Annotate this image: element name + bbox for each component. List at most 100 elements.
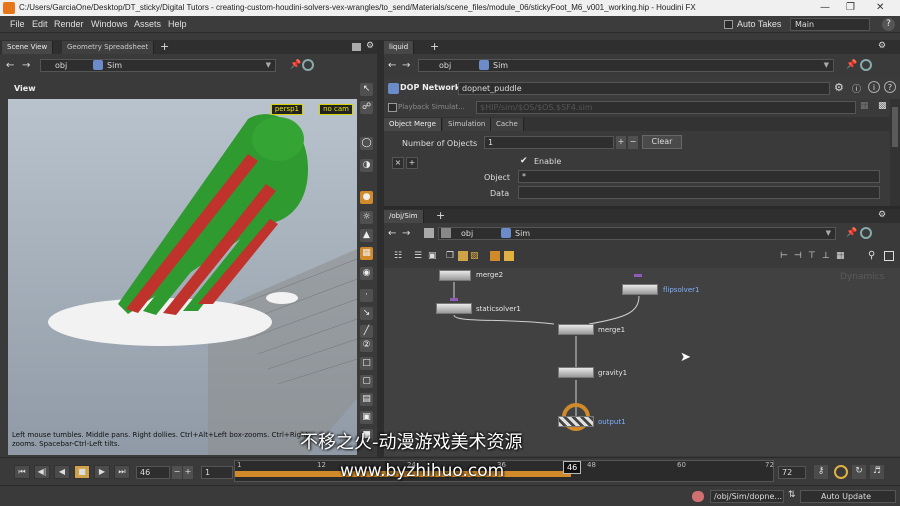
tab-cache[interactable]: Cache [491,118,524,131]
auto-takes-checkbox[interactable] [724,20,733,29]
add-tab-icon[interactable]: + [160,40,169,53]
tab-geometry-spreadsheet[interactable]: Geometry Spreadsheet [62,41,155,54]
menu-assets[interactable]: Assets [134,19,161,29]
number-icon[interactable]: ② [360,339,373,352]
play-icon[interactable]: ▶ [94,465,110,479]
path-sim[interactable]: Sim [515,229,530,238]
step-field[interactable]: 1 [201,466,233,479]
jump-start-icon[interactable]: ⏮ [14,465,30,479]
pin-icon[interactable]: 📌 [846,228,857,238]
frame-decrement-icon[interactable]: − [172,466,182,479]
path-obj[interactable]: obj [461,229,473,238]
collapse-icon[interactable]: ▣ [428,251,437,261]
link-icon[interactable] [302,59,314,71]
jump-end-icon[interactable]: ⏭ [114,465,130,479]
minimize-icon[interactable]: — [820,2,830,13]
realtime-icon[interactable] [834,465,848,479]
template-icon[interactable]: ▤ [360,393,373,406]
path-breadcrumb[interactable]: obj Sim ▼ [40,59,276,72]
copy-icon[interactable]: ❐ [446,251,454,261]
chevron-down-icon[interactable]: ▼ [266,61,271,69]
add-tab-icon[interactable]: + [436,209,445,222]
tab-simulation[interactable]: Simulation [443,118,492,131]
enable-check-icon[interactable]: ✔ [520,156,528,166]
path-obj[interactable]: obj [439,61,451,70]
pane-options-icon[interactable]: ⚙ [366,41,374,51]
tab-object-merge[interactable]: Object Merge [384,118,442,131]
step-back-icon[interactable]: ◀| [34,465,50,479]
select-icon[interactable]: ↖ [360,83,373,96]
pane-menu-icon[interactable] [352,43,361,51]
playback-checkbox[interactable] [388,103,397,112]
measure-icon[interactable]: ╱ [360,325,373,338]
frame-all-icon[interactable] [884,251,894,261]
remove-item-icon[interactable]: × [392,157,404,169]
node-staticsolver1[interactable] [436,303,472,314]
chevron-down-icon[interactable]: ▼ [824,61,829,69]
clear-button[interactable]: Clear [642,135,682,149]
increment-icon[interactable]: + [616,136,626,149]
network-box-icon[interactable] [490,251,500,261]
normal-icon[interactable]: ↘ [360,307,373,320]
start-frame-field[interactable]: 46 [136,466,170,479]
bulb-icon[interactable]: ▲ [360,229,373,242]
frame-increment-icon[interactable]: + [183,466,193,479]
shading-icon[interactable]: ● [360,191,373,204]
back-arrow-icon[interactable]: ← [388,60,396,71]
path-obj[interactable]: obj [55,61,67,70]
grid-snap-icon[interactable]: ▦ [836,251,845,261]
param-scrollbar[interactable] [890,99,900,206]
align-top-icon[interactable]: ⊤ [808,251,816,261]
forward-arrow-icon[interactable]: → [402,228,410,239]
node-merge2[interactable] [439,270,471,281]
stop-icon[interactable]: ■ [74,465,90,479]
link-icon[interactable] [860,227,872,239]
display-icon[interactable]: ◯ [360,137,373,150]
point-icon[interactable]: · [360,289,373,302]
play-reverse-icon[interactable]: ◀ [54,465,70,479]
pane-options-icon[interactable]: ⚙ [878,41,886,51]
camera-icon[interactable]: ◉ [360,267,373,280]
pin-icon[interactable]: 📌 [846,60,857,70]
close-icon[interactable]: ✕ [876,2,884,13]
dot-icon[interactable] [504,251,514,261]
brain-icon[interactable] [692,491,704,502]
guide-icon[interactable]: ▢ [360,375,373,388]
menu-help[interactable]: Help [168,19,187,29]
add-tab-icon[interactable]: + [430,40,439,53]
cache-path-field[interactable]: $HIP/sim/$OS/$OS.$SF4.sim [476,101,856,114]
end-frame-field[interactable]: 72 [778,466,806,479]
audio-icon[interactable]: ♬ [870,465,884,479]
path-sim[interactable]: Sim [107,61,122,70]
save-icon[interactable]: ▩ [878,101,887,111]
pane-options-icon[interactable]: ⚙ [878,210,886,220]
desktop-dropdown[interactable]: Main [790,18,870,31]
gear-icon[interactable]: ⚙ [834,81,844,94]
status-path-field[interactable]: /obj/Sim/dopne... [710,490,784,503]
back-arrow-icon[interactable]: ← [6,60,14,71]
back-arrow-icon[interactable]: ← [388,228,396,239]
ghost-icon[interactable]: ▣ [360,411,373,424]
tab-obj-sim[interactable]: /obj/Sim [384,210,424,223]
update-mode-dropdown[interactable]: Auto Update [800,490,896,503]
node-output1[interactable] [558,416,594,427]
num-objects-field[interactable]: 1 [484,136,614,149]
file-browse-icon[interactable]: ▦ [860,101,869,111]
grid-icon[interactable]: ▦ [360,247,373,260]
pin-icon[interactable]: 📌 [290,60,301,70]
path-sim[interactable]: Sim [493,61,508,70]
key-icon[interactable]: ⚷ [814,465,828,479]
param-path-breadcrumb[interactable]: obj Sim ▼ [418,59,834,72]
sticky-note-icon[interactable] [458,251,468,261]
node-name-field[interactable]: dopnet_puddle [458,82,830,95]
home-icon[interactable] [441,228,451,238]
loop-icon[interactable]: ↻ [852,465,866,479]
folder-icon[interactable]: ▧ [470,251,479,261]
tab-liquid[interactable]: liquid [384,41,415,54]
align-left-icon[interactable]: ⊢ [780,251,788,261]
object-field[interactable]: * [518,170,880,183]
chevron-down-icon[interactable]: ▼ [826,229,831,237]
node-gravity1[interactable] [558,367,594,378]
lock-icon[interactable]: ☍ [360,101,373,114]
network-path-breadcrumb[interactable]: obj Sim ▼ [438,227,836,240]
